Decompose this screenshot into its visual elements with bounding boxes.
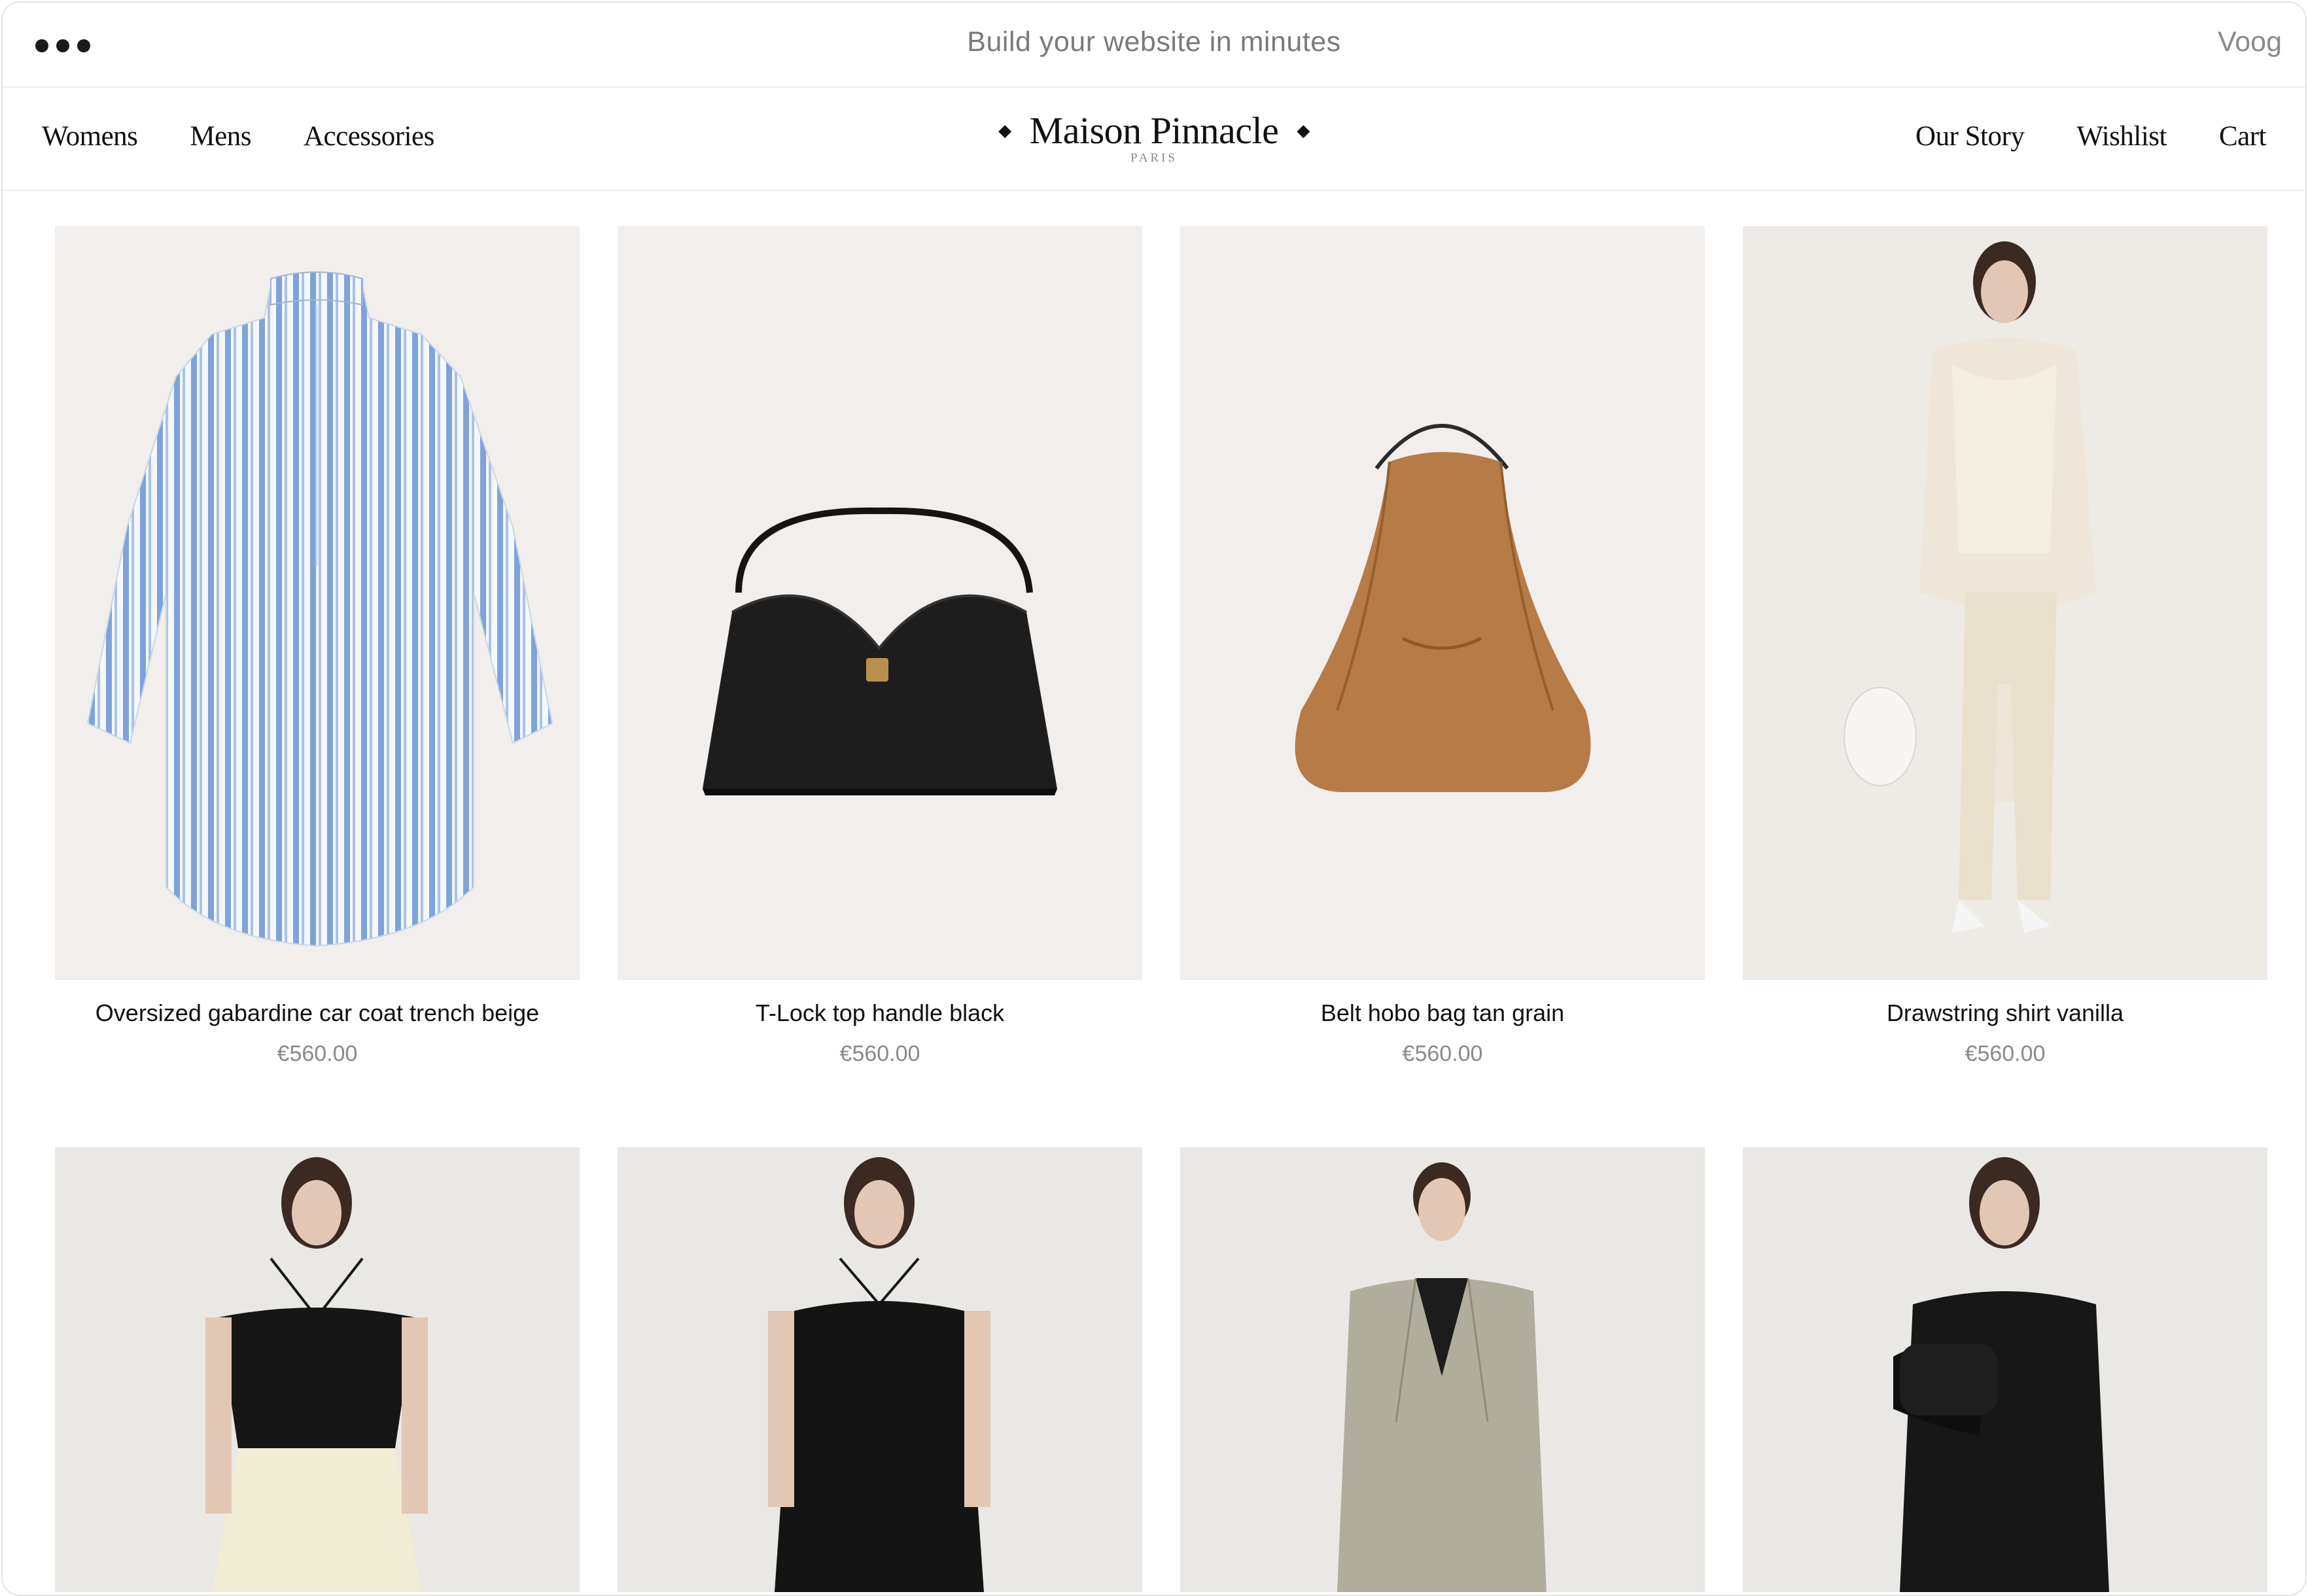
product-card[interactable]	[1180, 1147, 1705, 1592]
product-title[interactable]: Oversized gabardine car coat trench beig…	[55, 999, 580, 1027]
product-card[interactable]	[618, 1147, 1142, 1592]
main-nav: Womens Mens Accessories ◆ Maison Pinnacle…	[3, 88, 2305, 191]
browser-frame: Build your website in minutes Voog Women…	[1, 1, 2307, 1596]
product-image-striped-shirt[interactable]	[55, 226, 580, 980]
promo-tagline[interactable]: Build your website in minutes	[3, 26, 2305, 58]
product-price: €560.00	[1965, 1041, 2046, 1066]
product-image-model-black-dress[interactable]	[618, 1147, 1142, 1592]
nav-right: Our Story Wishlist Cart	[1915, 120, 2266, 152]
diamond-icon: ◆	[998, 120, 1011, 140]
product-price: €560.00	[277, 1041, 358, 1066]
product-image-model-black-top-cream-skirt[interactable]	[55, 1147, 580, 1592]
product-title[interactable]: Drawstring shirt vanilla	[1743, 999, 2267, 1027]
brand-name: Maison Pinnacle	[1029, 109, 1279, 152]
product-title[interactable]: T-Lock top handle black	[618, 999, 1142, 1027]
product-card[interactable]: Belt hobo bag tan grain €560.00	[1180, 226, 1705, 1067]
product-image-model-cream-outfit[interactable]	[1743, 226, 2267, 980]
product-image-tan-hobo-bag[interactable]	[1180, 226, 1705, 980]
product-card[interactable]	[1743, 1147, 2267, 1592]
vendor-link[interactable]: Voog	[2218, 26, 2282, 58]
product-price: €560.00	[1402, 1041, 1483, 1066]
promo-bar: Build your website in minutes Voog	[3, 3, 2305, 88]
brand-subtitle: PARIS	[1130, 151, 1178, 165]
product-image-model-grey-blazer[interactable]	[1180, 1147, 1705, 1592]
product-title[interactable]: Belt hobo bag tan grain	[1180, 999, 1705, 1027]
product-image-black-handbag[interactable]	[618, 226, 1142, 980]
product-card[interactable]: Oversized gabardine car coat trench beig…	[55, 226, 580, 1067]
nav-cart[interactable]: Cart	[2219, 120, 2267, 152]
product-card[interactable]: Drawstring shirt vanilla €560.00	[1743, 226, 2267, 1067]
nav-wishlist[interactable]: Wishlist	[2076, 120, 2167, 152]
product-image-model-black-knit-bag[interactable]	[1743, 1147, 2267, 1592]
diamond-icon: ◆	[1297, 120, 1310, 140]
product-card[interactable]: T-Lock top handle black €560.00	[618, 226, 1142, 1067]
product-card[interactable]	[55, 1147, 580, 1592]
nav-our-story[interactable]: Our Story	[1915, 120, 2025, 152]
product-price: €560.00	[839, 1041, 920, 1066]
